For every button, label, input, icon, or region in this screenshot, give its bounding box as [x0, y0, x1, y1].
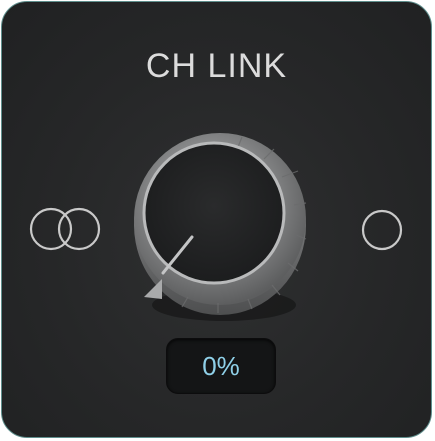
- single-circle-icon[interactable]: [360, 208, 404, 252]
- panel-title: CH LINK: [145, 47, 288, 85]
- ch-link-knob[interactable]: [122, 127, 318, 327]
- ch-link-panel: CH LINK 0%: [1, 1, 432, 438]
- value-readout: 0%: [166, 338, 276, 394]
- linked-circles-icon[interactable]: [29, 203, 103, 255]
- min-position-marker: [144, 279, 162, 299]
